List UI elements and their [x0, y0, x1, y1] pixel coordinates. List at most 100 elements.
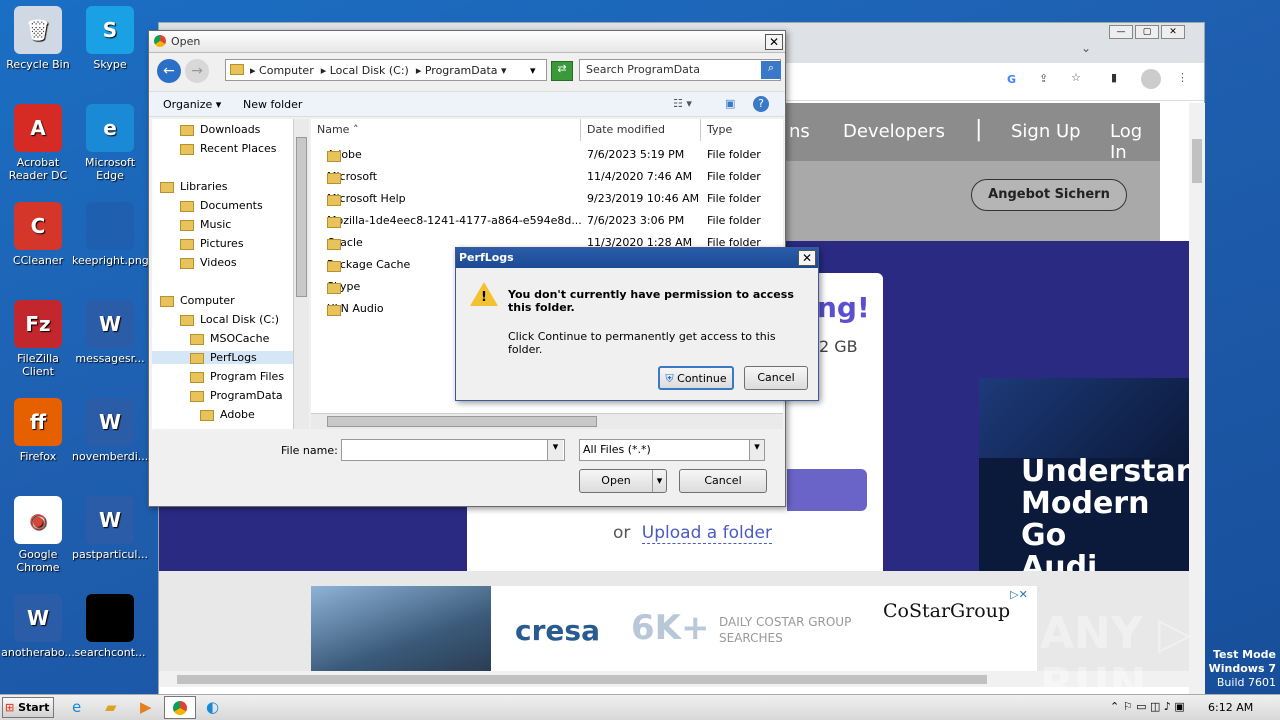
open-button[interactable]: Open ▾ — [579, 469, 667, 493]
h-scroll-thumb[interactable] — [177, 675, 987, 684]
filename-dropdown-icon[interactable]: ▾ — [547, 440, 563, 460]
permission-dialog-close-button[interactable]: ✕ — [798, 250, 816, 266]
edge-taskbar-icon[interactable]: ◐ — [206, 698, 219, 716]
tree-scroll-thumb[interactable] — [296, 137, 307, 297]
ie-icon[interactable]: e — [72, 698, 81, 716]
file-row[interactable]: Adobe 7/6/2023 5:19 PM File folder — [311, 145, 783, 165]
tree-item[interactable]: Videos — [180, 256, 237, 269]
open-split-icon[interactable]: ▾ — [652, 470, 666, 492]
maximize-button[interactable]: ▢ — [1135, 25, 1159, 39]
column-type[interactable]: Type — [701, 119, 783, 141]
search-icon[interactable]: ⌕ — [761, 61, 781, 79]
bookmark-star-icon[interactable]: ☆ — [1071, 71, 1081, 84]
upload-folder-link[interactable]: Upload a folder — [641, 523, 772, 544]
tree-item[interactable]: Pictures — [180, 237, 244, 250]
address-dropdown-icon[interactable]: ▾ — [530, 64, 536, 77]
desktop-icon[interactable]: ◉ Google Chrome — [0, 496, 76, 574]
chrome-taskbar-button[interactable] — [164, 696, 196, 719]
tree-item[interactable]: Libraries — [160, 180, 228, 193]
side-panel-icon[interactable]: ▮ — [1111, 71, 1117, 84]
desktop-icon[interactable]: Fz FileZilla Client — [0, 300, 76, 378]
view-options-icon[interactable]: ☷ ▾ — [673, 97, 692, 110]
desktop-icon[interactable]: Wmessagesr... — [72, 300, 148, 365]
upload-button[interactable] — [787, 469, 867, 511]
desktop-icon[interactable]: Wanotherabo... — [0, 594, 76, 659]
filename-input[interactable] — [341, 439, 565, 461]
tree-item[interactable]: MSOCache — [190, 332, 269, 345]
close-button[interactable]: ✕ — [1161, 25, 1185, 39]
tree-item[interactable]: ProgramData — [190, 389, 283, 402]
file-row[interactable]: Microsoft 11/4/2020 7:46 AM File folder — [311, 167, 783, 187]
help-icon[interactable]: ? — [753, 96, 769, 112]
desktop-icon[interactable]: S Skype — [72, 6, 148, 71]
menu-kebab-icon[interactable]: ⋮ — [1177, 71, 1188, 84]
continue-button[interactable]: ⛨ Continue — [658, 366, 734, 390]
start-button[interactable]: ⊞ Start — [2, 697, 54, 718]
desktop-icon[interactable]: searchcont... — [72, 594, 148, 659]
tray-icons[interactable]: ⌃ ⚐ ▭ ◫ ♪ ▣ — [1110, 700, 1185, 713]
nav-item[interactable]: ns — [789, 121, 810, 142]
back-icon[interactable]: ← — [157, 59, 181, 83]
list-h-scroll-thumb[interactable] — [327, 416, 597, 427]
tree-item[interactable]: Downloads — [180, 123, 260, 136]
new-folder-button[interactable]: New folder — [243, 98, 302, 111]
google-icon[interactable]: G — [1007, 73, 1016, 86]
nav-log-in[interactable]: Log In — [1110, 121, 1160, 163]
list-h-scrollbar[interactable] — [311, 413, 783, 429]
profile-avatar[interactable] — [1141, 69, 1161, 89]
tree-item[interactable]: Recent Places — [180, 142, 277, 155]
tree-item[interactable]: Adobe — [200, 408, 255, 421]
desktop-icon[interactable]: C CCleaner — [0, 202, 76, 267]
ad-close-icon[interactable]: ▷✕ — [1003, 588, 1035, 602]
breadcrumb-computer[interactable]: Computer — [259, 64, 314, 77]
share-icon[interactable]: ⇪ — [1039, 72, 1048, 85]
tree-scrollbar[interactable] — [293, 119, 309, 429]
tree-item[interactable]: PerfLogs — [152, 351, 293, 364]
column-date[interactable]: Date modified — [581, 119, 701, 141]
desktop-icon[interactable]: 🗑 Recycle Bin — [0, 6, 76, 71]
angebot-sichern-button[interactable]: Angebot Sichern — [971, 179, 1127, 211]
desktop-icon[interactable]: Wpastparticul... — [72, 496, 148, 561]
desktop-icon[interactable]: Wnovemberdi... — [72, 398, 148, 463]
file-type-select[interactable]: All Files (*.*) — [579, 439, 765, 461]
permission-dialog-titlebar[interactable]: PerfLogs ✕ — [456, 248, 818, 268]
desktop-icon[interactable]: keepright.png — [72, 202, 149, 267]
tree-item[interactable]: Program Files — [190, 370, 284, 383]
tree-item[interactable]: Documents — [180, 199, 263, 212]
file-row[interactable]: Microsoft Help 9/23/2019 10:46 AM File fol… — [311, 189, 783, 209]
refresh-icon[interactable]: ⇄ — [551, 61, 573, 81]
desktop-icon[interactable]: e Microsoft Edge — [72, 104, 148, 182]
cresa-banner[interactable]: cresa 6K+ DAILY COSTAR GROUP SEARCHES Co… — [311, 586, 1037, 676]
scroll-thumb[interactable] — [1192, 139, 1202, 183]
forward-icon[interactable]: → — [185, 59, 209, 83]
nav-developers[interactable]: Developers — [843, 121, 945, 142]
explorer-icon[interactable]: ▰ — [105, 698, 117, 716]
address-bar[interactable]: ▸ Computer ▸ Local Disk (C:) ▸ ProgramDa… — [225, 59, 547, 81]
desktop-icon[interactable]: ff Firefox — [0, 398, 76, 463]
folder-icon — [230, 64, 244, 75]
clock[interactable]: 6:12 AM — [1208, 701, 1253, 714]
tree-item[interactable]: Computer — [160, 294, 235, 307]
preview-pane-icon[interactable]: ▣ — [725, 97, 735, 110]
horizontal-scrollbar[interactable] — [159, 671, 1189, 687]
cancel-button[interactable]: Cancel — [679, 469, 767, 493]
tree-item[interactable]: Local Disk (C:) — [180, 313, 279, 326]
open-dialog-titlebar[interactable]: Open ✕ — [149, 31, 785, 53]
column-name[interactable]: Name ˄ — [311, 119, 581, 141]
open-dialog-close-button[interactable]: ✕ — [765, 34, 783, 50]
organize-menu[interactable]: Organize ▾ — [163, 98, 221, 111]
breadcrumb-programdata[interactable]: ProgramData — [425, 64, 498, 77]
nav-sign-up[interactable]: Sign Up — [1011, 121, 1081, 142]
media-player-icon[interactable]: ▶ — [140, 698, 152, 716]
vertical-scrollbar[interactable] — [1189, 103, 1205, 695]
file-row[interactable]: Mozilla-1de4eec8-1241-4177-a864-e594e8d.… — [311, 211, 783, 231]
side-ad[interactable]: Understan Modern Go Audi — [979, 378, 1189, 588]
tab-search-chevron-icon[interactable]: ⌄ — [1081, 41, 1091, 55]
file-type-dropdown-icon[interactable]: ▾ — [749, 440, 764, 460]
desktop-icon[interactable]: A Acrobat Reader DC — [0, 104, 76, 182]
search-input[interactable]: Search ProgramData — [579, 59, 781, 81]
breadcrumb-local-disk[interactable]: Local Disk (C:) — [330, 64, 409, 77]
minimize-button[interactable]: — — [1109, 25, 1133, 39]
tree-item[interactable]: Music — [180, 218, 231, 231]
permission-cancel-button[interactable]: Cancel — [744, 366, 808, 390]
